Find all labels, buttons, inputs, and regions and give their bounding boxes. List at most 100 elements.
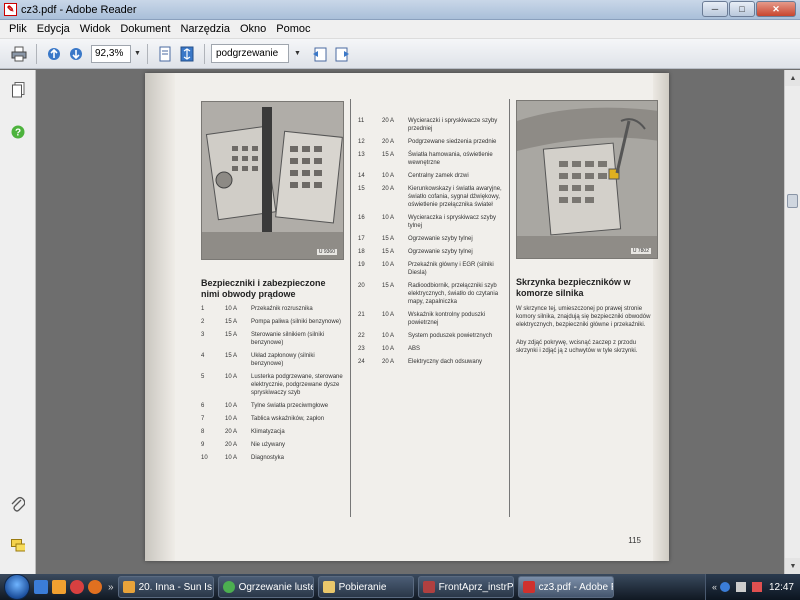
- fuse-row: 6 10 A Tylne światła przeciwmgłowe: [201, 403, 329, 409]
- page-gutter-shadow: [145, 73, 175, 561]
- fuse-row: 7 10 A Tablica wskaźników, zapłon: [201, 416, 325, 422]
- fuse-row: 19 10 A Przekaźnik główny i EGR (silniki D…: [358, 262, 494, 276]
- fuses-heading: Bezpieczniki i zabezpieczone nimi obwody…: [201, 278, 326, 299]
- toolbar: 92,3% ▼ podgrzewanie ▼: [0, 39, 800, 69]
- fuse-box-heading: Skrzynka bezpieczników w komorze silnika: [516, 277, 631, 298]
- fuse-row: 18 15 A Ogrzewanie szyby tylnej: [358, 249, 473, 255]
- taskbar-item[interactable]: Ogrzewanie lusterek...: [217, 576, 314, 598]
- taskbar-item[interactable]: Pobieranie: [317, 576, 414, 598]
- paragraph: W skrzynce tej, umieszczonej po prawej s…: [516, 306, 651, 328]
- start-button[interactable]: [4, 574, 30, 600]
- window-title: cz3.pdf - Adobe Reader: [21, 3, 137, 16]
- close-button[interactable]: ✕: [756, 1, 796, 17]
- folder-icon: [322, 581, 335, 593]
- attachments-icon[interactable]: [11, 496, 25, 512]
- fuse-row: 13 15 A Światła hamowania, oświetlenie wew…: [358, 152, 493, 166]
- fuse-row: 2 15 A Pompa paliwa (silniki benzynowe): [201, 319, 342, 325]
- system-tray: « 12:47: [704, 574, 800, 600]
- fuse-list-left: 1 10 A Przekaźnik rozrusznika 2 15 A Pompa p…: [201, 305, 347, 462]
- document-area[interactable]: U 9360 Bezpieczniki i zabezpieczone nimi…: [37, 70, 784, 574]
- fuse-row: 20 15 A Radioodbiornik, przełączniki szyb …: [358, 283, 499, 305]
- help-icon[interactable]: ?: [11, 124, 25, 140]
- taskbar-item[interactable]: FrontAprz_instrPL.ra...: [417, 576, 514, 598]
- fuse-row: 11 20 A Wycieraczki i spryskiwacze szyby p…: [358, 118, 498, 132]
- fit-window-icon[interactable]: [176, 43, 198, 65]
- scrollbar-thumb[interactable]: [787, 194, 798, 208]
- menu-edit[interactable]: Edycja: [32, 23, 75, 35]
- scroll-down-icon[interactable]: ▼: [785, 558, 800, 574]
- page-number: 115: [628, 536, 641, 545]
- menu-file[interactable]: Plik: [4, 23, 32, 35]
- taskbar-item[interactable]: 20. Inna - Sun Is Up ...: [117, 576, 214, 598]
- title-bar: ✎ cz3.pdf - Adobe Reader ─ □ ✕: [0, 0, 800, 20]
- fuse-row: 22 10 A System poduszek powietrznych: [358, 333, 493, 339]
- column-divider: [350, 99, 351, 517]
- volume-icon[interactable]: [735, 582, 746, 592]
- menu-help[interactable]: Pomoc: [271, 23, 315, 35]
- single-page-icon[interactable]: [154, 43, 176, 65]
- fuse-list-middle: 11 20 A Wycieraczki i spryskiwacze szyby p…: [358, 117, 504, 366]
- search-value: podgrzewanie: [215, 48, 279, 59]
- fuse-row: 16 10 A Wycieraczka i spryskiwacz szyby ty…: [358, 215, 496, 229]
- menu-document[interactable]: Dokument: [115, 23, 175, 35]
- fuse-row: 9 20 A Nie używany: [201, 442, 286, 448]
- next-page-icon[interactable]: [65, 43, 87, 65]
- winamp-icon[interactable]: [52, 580, 66, 594]
- taskbar: » 20. Inna - Sun Is Up ... Ogrzewanie lu…: [0, 574, 800, 600]
- toolbar-separator: [146, 43, 148, 64]
- zoom-field[interactable]: 92,3%: [91, 44, 131, 63]
- fuse-row: 24 20 A Elektryczny dach odsuwany: [358, 359, 483, 365]
- quicklaunch-more-icon[interactable]: »: [108, 582, 114, 593]
- fuse-row: 4 15 A Układ zapłonowy (silniki benzynowe): [201, 353, 315, 367]
- find-previous-icon[interactable]: [309, 43, 331, 65]
- svg-text:?: ?: [15, 128, 21, 139]
- fuse-row: 10 10 A Diagnostyka: [201, 455, 285, 461]
- pages-icon[interactable]: [11, 82, 25, 98]
- paragraph: Aby zdjąć pokrywę, wcisnąć zaczep z przo…: [516, 340, 638, 354]
- clock[interactable]: 12:47: [769, 582, 794, 593]
- adobe-reader-icon: ✎: [4, 3, 17, 16]
- toolbar-separator: [203, 43, 205, 64]
- fuse-box-photo: U 9360: [201, 101, 344, 260]
- toolbar-separator: [36, 43, 37, 64]
- fuse-row: 1 10 A Przekaźnik rozrusznika: [201, 306, 313, 312]
- photo-reference-label: U 9360: [316, 249, 337, 255]
- vertical-scrollbar[interactable]: ▲ ▼: [784, 70, 800, 574]
- fuse-row: 17 15 A Ogrzewanie szyby tylnej: [358, 236, 473, 242]
- fuse-row: 3 15 A Sterowanie silnikiem (silniki benzy…: [201, 332, 325, 346]
- fuse-row: 14 10 A Centralny zamek drzwi: [358, 173, 469, 179]
- menu-tools[interactable]: Narzędzia: [175, 23, 235, 35]
- fuse-row: 8 20 A Klimatyzacja: [201, 429, 285, 435]
- antivirus-icon[interactable]: [751, 582, 762, 592]
- comments-icon[interactable]: [11, 538, 25, 554]
- fuse-row: 5 10 A Lusterka podgrzewane, sterowane ele…: [201, 374, 343, 396]
- minimize-button[interactable]: ─: [702, 1, 728, 17]
- menu-bar: Plik Edycja Widok Dokument Narzędzia Okn…: [0, 20, 800, 39]
- fuse-row: 23 10 A ABS: [358, 346, 421, 352]
- zoom-dropdown-icon[interactable]: ▼: [134, 50, 141, 57]
- find-next-icon[interactable]: [331, 43, 353, 65]
- photo-reference-label: U 7802: [630, 248, 651, 254]
- navigation-pane: ?: [0, 70, 36, 574]
- fuse-row: 12 20 A Podgrzewane siedzenia przednie: [358, 139, 497, 145]
- scroll-up-icon[interactable]: ▲: [785, 70, 800, 86]
- show-desktop-icon[interactable]: [34, 580, 48, 594]
- fuse-row: 15 20 A Kierunkowskazy i światła awaryjne,…: [358, 186, 502, 208]
- search-input[interactable]: podgrzewanie: [210, 44, 289, 63]
- taskbar-item-active[interactable]: cz3.pdf - Adobe Rea...: [517, 576, 614, 598]
- menu-window[interactable]: Okno: [235, 23, 271, 35]
- column-divider: [509, 99, 510, 517]
- archive-icon: [422, 581, 435, 593]
- maximize-button[interactable]: □: [729, 1, 755, 17]
- chrome-icon: [222, 581, 235, 593]
- network-icon[interactable]: [719, 582, 730, 592]
- browser-icon[interactable]: [70, 580, 84, 594]
- adobe-reader-icon: [522, 581, 535, 593]
- search-dropdown-icon[interactable]: ▼: [294, 50, 301, 57]
- media-player-icon: [122, 581, 135, 593]
- previous-page-icon[interactable]: [43, 43, 65, 65]
- tray-expand-icon[interactable]: «: [712, 582, 717, 592]
- media-icon[interactable]: [88, 580, 102, 594]
- print-icon[interactable]: [8, 43, 30, 65]
- menu-view[interactable]: Widok: [75, 23, 116, 35]
